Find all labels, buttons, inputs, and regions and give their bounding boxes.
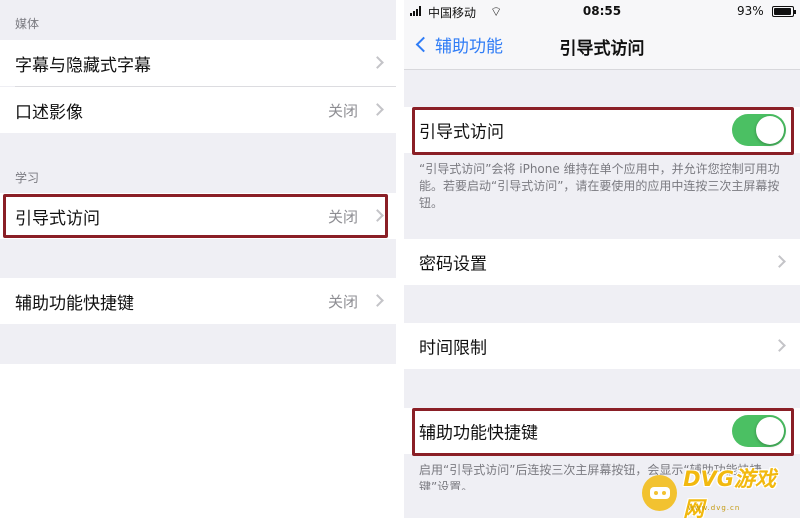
watermark-subtext: www.dvg.cn [688,504,741,512]
row-label: 密码设置 [419,254,487,275]
row-label: 辅助功能快捷键 [15,293,134,314]
row-label: 字幕与隐藏式字幕 [15,55,151,76]
chevron-right-icon [371,103,384,116]
row-value: 关闭 [327,101,358,120]
row-subtitles-captioning[interactable]: 字幕与隐藏式字幕 [0,40,396,86]
section-header-learning: 学习 [15,171,40,185]
watermark: DVG游戏网 www.dvg.cn [642,467,794,518]
row-accessibility-shortcut[interactable]: 辅助功能快捷键 关闭 [0,278,396,324]
chevron-right-icon [773,339,786,352]
battery-percentage: 93% [737,4,764,18]
highlight-box-guided-access [3,194,388,238]
chevron-right-icon [371,56,384,69]
gamepad-logo-icon [642,475,678,511]
row-label: 时间限制 [419,338,487,359]
row-time-limits[interactable]: 时间限制 [404,323,800,369]
page-title: 引导式访问 [559,39,645,59]
left-settings-panel: 媒体 字幕与隐藏式字幕 口述影像 关闭 学习 引导式访问 关闭 辅助功能快捷键 … [0,0,396,364]
highlight-box-guided-access-toggle [412,107,794,155]
right-guided-access-screen: 中国移动 ⌔ 08:55 93% 辅助功能 引导式访问 引导式访问 “引导式访问… [404,0,800,518]
chevron-right-icon [371,294,384,307]
battery-icon [772,6,796,17]
chevron-right-icon [773,255,786,268]
section-header-media: 媒体 [15,17,40,31]
row-passcode-settings[interactable]: 密码设置 [404,239,800,285]
row-value: 关闭 [327,292,358,311]
navigation-bar: 中国移动 ⌔ 08:55 93% 辅助功能 引导式访问 [404,0,800,70]
highlight-box-accessibility-shortcut [412,408,794,456]
row-audio-descriptions[interactable]: 口述影像 关闭 [0,87,396,133]
row-label: 口述影像 [15,102,83,123]
guided-access-footer: “引导式访问”会将 iPhone 维持在单个应用中，并允许您控制可用功能。若要启… [419,162,780,210]
